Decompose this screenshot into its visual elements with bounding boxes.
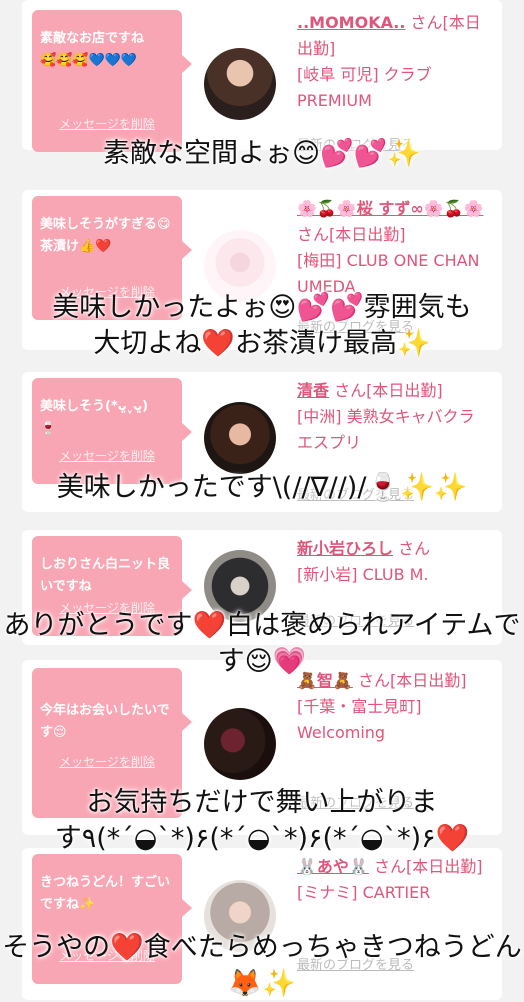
overlay-caption: 美味しかったよぉ😍💕💕雰囲気も 大切よね❤️お茶漬け最高✨ [52,292,472,359]
area-club-label: [中洲] 美熟女キャバクラ エスプリ [297,407,475,452]
sender-info: 🐰あや🐰 さん[本日出勤] [ミナミ] CARTIER [297,854,492,906]
sender-name-link[interactable]: 新小岩ひろし [297,539,393,558]
status-label: さん[本日出勤] [373,857,483,876]
sender-info: 🌸🍒🌸桜 すず∞🌸🍒🌸 さん[本日出勤] [梅田] CLUB ONE CHAN … [297,196,492,300]
sender-name-link[interactable]: ..MOMOKA.. [297,13,405,32]
area-club-label: [千葉・富士見町] Welcoming [297,697,422,742]
sender-name-link[interactable]: 🐰あや🐰 [297,857,369,876]
sender-info: 新小岩ひろし さん [新小岩] CLUB M. [297,536,492,588]
area-club-label: [岐阜 可児] クラブ PREMIUM [297,65,432,110]
delete-message-link[interactable]: メッセージを削除 [32,115,182,132]
overlay-caption: ありがとうです❤️白は褒められアイテムで す😌💗 [3,610,521,677]
overlay-caption: お気持ちだけで舞い上がりま す٩(*´◒`*)۶(*´◒`*)۶(*´◒`*)۶… [54,787,470,854]
sender-name-link[interactable]: 清香 [297,381,329,400]
delete-message-link[interactable]: メッセージを削除 [32,753,182,770]
message-bubble: 美味しそう(*ᴗ͈ˬᴗ͈) 🍷 メッセージを削除 [32,378,192,484]
area-club-label: [新小岩] CLUB M. [297,565,429,584]
sender-info: 清香 さん[本日出勤] [中洲] 美熟女キャバクラ エスプリ [297,378,492,456]
message-text: 美味しそうがすぎる😋茶漬け👍❤️ [40,217,171,254]
status-label: さん[本日出勤] [334,381,443,400]
avatar[interactable] [204,48,276,120]
message-bubble: 素敵なお店ですね 🥰🥰🥰💙💙💙 メッセージを削除 [32,10,192,152]
message-text: きつねうどん！すごいですね✨ [40,875,171,912]
status-label: さん [398,539,431,558]
avatar[interactable] [204,708,276,780]
message-text: 素敵なお店ですね 🥰🥰🥰💙💙💙 [40,31,145,68]
message-text: 美味しそう(*ᴗ͈ˬᴗ͈) 🍷 [40,399,149,436]
sender-name-link[interactable]: 🌸🍒🌸桜 すず∞🌸🍒🌸 [297,199,483,218]
message-text: 今年はお会いしたいです😌 [40,703,170,740]
status-label: さん[本日出勤] [297,225,406,244]
message-text: しおりさん白ニット良いですね [40,557,171,594]
avatar[interactable] [204,402,276,474]
overlay-caption: そうやの❤️食べたらめっちゃきつねうどん 🦊✨ [2,932,522,999]
area-club-label: [ミナミ] CARTIER [297,883,431,902]
delete-message-link[interactable]: メッセージを削除 [32,447,182,464]
sender-info: ..MOMOKA.. さん[本日出勤] [岐阜 可児] クラブ PREMIUM [297,10,492,114]
overlay-caption: 素敵な空間よぉ😊💕💕✨ [102,138,421,169]
message-card: 素敵なお店ですね 🥰🥰🥰💙💙💙 メッセージを削除 ..MOMOKA.. さん[本… [22,0,502,153]
overlay-caption: 美味しかったです\(//∇//)/🍷✨✨ [56,472,468,503]
